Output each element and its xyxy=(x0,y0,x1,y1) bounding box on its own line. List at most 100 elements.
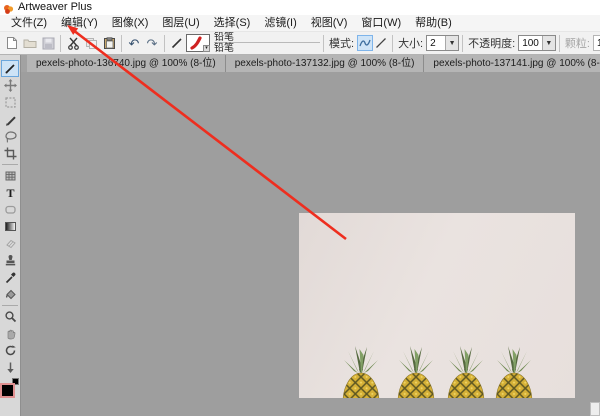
titlebar: Artweaver Plus xyxy=(0,0,600,15)
pattern-stamp-tool[interactable] xyxy=(1,167,19,184)
svg-text:T: T xyxy=(6,186,14,199)
menu-image[interactable]: 图像(X) xyxy=(105,15,156,31)
save-button[interactable] xyxy=(39,34,57,53)
mode-label: 模式: xyxy=(329,38,355,50)
size-value: 2 xyxy=(430,37,436,49)
document-tab[interactable]: pexels-photo-137141.jpg @ 100% (8-位) xyxy=(424,55,600,72)
floating-panel-edge xyxy=(590,402,600,416)
move-icon xyxy=(3,79,17,92)
toolbar-separator xyxy=(121,34,122,52)
undo-icon: ↶ xyxy=(128,35,140,51)
menubar: 文件(Z) 编辑(Y) 图像(X) 图层(U) 选择(S) 滤镜(I) 视图(V… xyxy=(0,15,600,31)
redo-button[interactable]: ↷ xyxy=(143,34,161,53)
arrow-down-icon xyxy=(6,362,14,373)
lasso-icon xyxy=(4,131,17,143)
arrow-tool[interactable] xyxy=(1,359,19,376)
bucket-icon xyxy=(5,289,16,300)
menu-layer[interactable]: 图层(U) xyxy=(155,15,206,31)
toolbox-divider xyxy=(2,305,18,306)
toolbar-separator xyxy=(164,34,165,52)
copy-button[interactable] xyxy=(82,34,100,53)
stamp-icon xyxy=(5,255,15,266)
menu-help[interactable]: 帮助(B) xyxy=(408,15,459,31)
menu-file[interactable]: 文件(Z) xyxy=(4,15,54,31)
cut-button[interactable] xyxy=(64,34,82,53)
window-title: Artweaver Plus xyxy=(18,1,92,13)
pencil-icon xyxy=(5,116,16,126)
gradient-tool[interactable] xyxy=(1,218,19,235)
toolbar-separator xyxy=(323,34,324,52)
toolbox-divider xyxy=(2,164,18,165)
size-combo[interactable]: 2 ▼ xyxy=(426,35,460,51)
grain-value: 100 xyxy=(594,38,600,49)
dropdown-arrow-icon: ▾ xyxy=(203,45,210,52)
undo-button[interactable]: ↶ xyxy=(125,34,143,53)
chevron-down-icon[interactable]: ▼ xyxy=(541,36,555,50)
menu-window[interactable]: 窗口(W) xyxy=(354,15,408,31)
brush-tool[interactable] xyxy=(1,60,19,77)
eraser-icon xyxy=(5,239,16,249)
app-logo-icon xyxy=(3,2,14,14)
marquee-icon xyxy=(4,97,16,108)
redo-icon: ↷ xyxy=(146,35,158,51)
eyedropper-icon xyxy=(5,272,15,284)
freehand-mode-button[interactable] xyxy=(357,35,374,51)
pattern-icon xyxy=(5,171,15,181)
artweaver-window: Artweaver Plus 文件(Z) 编辑(Y) 图像(X) 图层(U) 选… xyxy=(0,0,600,416)
brush-stroke-icon xyxy=(168,34,186,53)
rotate-view-tool[interactable] xyxy=(1,342,19,359)
chevron-down-icon[interactable]: ▼ xyxy=(445,36,459,50)
open-file-button[interactable] xyxy=(21,34,39,53)
eraser-tool[interactable] xyxy=(1,235,19,252)
opacity-label: 不透明度: xyxy=(468,38,516,50)
clone-stamp-tool[interactable] xyxy=(1,252,19,269)
document-tab[interactable]: pexels-photo-137132.jpg @ 100% (8-位) xyxy=(225,55,425,72)
foreground-color-box[interactable] xyxy=(0,383,15,398)
paint-bucket-tool[interactable] xyxy=(1,286,19,303)
menu-view[interactable]: 视图(V) xyxy=(304,15,355,31)
paste-button[interactable] xyxy=(100,34,118,53)
opacity-combo[interactable]: 100 ▼ xyxy=(518,35,556,51)
menu-select[interactable]: 选择(S) xyxy=(207,15,258,31)
line-mode-button[interactable] xyxy=(373,35,389,51)
text-tool[interactable]: T xyxy=(1,184,19,201)
marquee-select-tool[interactable] xyxy=(1,94,19,111)
grain-label: 颗粒: xyxy=(564,38,590,50)
eyedropper-tool[interactable] xyxy=(1,269,19,286)
hand-tool[interactable] xyxy=(1,325,19,342)
document-tab[interactable]: pexels-photo-136740.jpg @ 100% (8-位) xyxy=(27,55,226,72)
brush-preset-picker[interactable]: ▾ xyxy=(186,34,210,52)
text-icon: T xyxy=(6,186,14,199)
brush-name-block[interactable]: 铅笔 铅笔 xyxy=(214,32,320,54)
opacity-value: 100 xyxy=(522,37,539,49)
shape-icon xyxy=(4,205,16,214)
gradient-icon xyxy=(4,222,16,231)
menu-filter[interactable]: 滤镜(I) xyxy=(257,15,303,31)
menu-edit[interactable]: 编辑(Y) xyxy=(54,15,105,31)
brush-icon xyxy=(5,64,15,74)
toolbar-separator xyxy=(392,34,394,52)
brush-variant-name: 铅笔 xyxy=(214,43,234,54)
lasso-tool[interactable] xyxy=(1,128,19,145)
document-tabbar: pexels-photo-136740.jpg @ 100% (8-位) pex… xyxy=(21,55,600,72)
brush-tool-name: 铅笔 xyxy=(214,32,320,43)
toolbar-separator xyxy=(558,34,560,52)
toolbar-separator xyxy=(462,34,464,52)
move-tool[interactable] xyxy=(1,77,19,94)
crop-icon xyxy=(4,147,16,160)
pencil-tool[interactable] xyxy=(1,111,19,128)
crop-tool[interactable] xyxy=(1,145,19,162)
zoom-tool[interactable] xyxy=(1,308,19,325)
toolbox: T xyxy=(0,55,21,416)
canvas-image[interactable] xyxy=(299,213,575,398)
magnifier-icon xyxy=(4,311,16,323)
toolbar: ↶ ↷ ▾ 铅笔 铅笔 模式: 大小: 2 ▼ 不透明度: 100 ▼ 颗粒: xyxy=(0,31,600,55)
toolbar-separator xyxy=(60,34,61,52)
grain-combo: 100 xyxy=(592,35,600,51)
shape-tool[interactable] xyxy=(1,201,19,218)
hand-icon xyxy=(7,329,15,340)
color-swatch[interactable] xyxy=(0,378,20,404)
new-file-button[interactable] xyxy=(3,34,21,53)
pineapples-graphic xyxy=(342,345,533,398)
workspace[interactable] xyxy=(21,72,600,416)
